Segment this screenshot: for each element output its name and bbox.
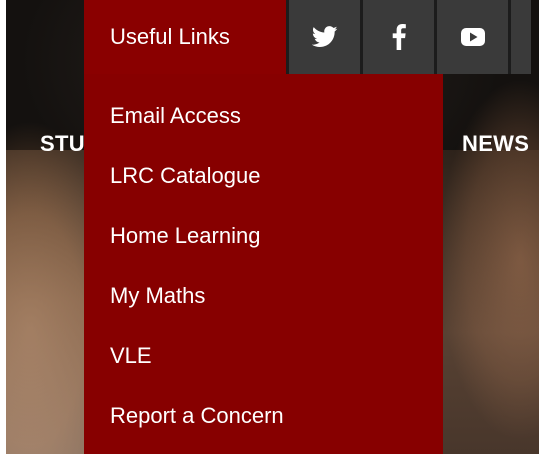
menu-item-label: Email Access [110,103,241,128]
menu-item-label: LRC Catalogue [110,163,261,188]
menu-item-vle[interactable]: VLE [84,326,443,386]
social-link-partial[interactable] [508,0,531,74]
twitter-link[interactable] [286,0,360,74]
facebook-link[interactable] [360,0,434,74]
youtube-link[interactable] [434,0,508,74]
menu-item-report-a-concern[interactable]: Report a Concern [84,386,443,446]
menu-item-email-access[interactable]: Email Access [84,86,443,146]
menu-item-label: My Maths [110,283,206,308]
hero-face-right [443,150,539,454]
menu-item-label: Report a Concern [110,403,284,428]
hero-face-left [0,150,84,454]
menu-item-label: VLE [110,343,152,368]
useful-links-label: Useful Links [110,24,230,49]
top-utility-bar: Useful Links [84,0,531,74]
menu-item-home-learning[interactable]: Home Learning [84,206,443,266]
youtube-icon [460,27,486,47]
facebook-icon [392,24,406,50]
twitter-icon [311,26,338,48]
menu-item-lrc-catalogue[interactable]: LRC Catalogue [84,146,443,206]
menu-item-my-maths[interactable]: My Maths [84,266,443,326]
page-left-margin [0,0,6,454]
useful-links-tab[interactable]: Useful Links [84,0,286,74]
menu-item-label: Home Learning [110,223,261,248]
nav-item-news-partial[interactable]: NEWS [462,131,529,157]
useful-links-dropdown: Email Access LRC Catalogue Home Learning… [84,74,443,454]
nav-item-students-partial[interactable]: STU [40,131,85,157]
